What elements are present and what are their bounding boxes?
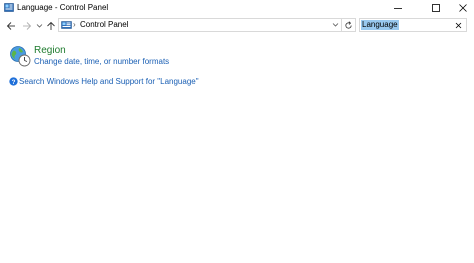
result-task-link[interactable]: Change date, time, or number formats [34,57,169,67]
title-bar[interactable]: Language - Control Panel [0,0,474,16]
close-icon [455,22,462,28]
refresh-button[interactable] [342,18,356,32]
control-panel-window: Language - Control Panel › Control Panel… [0,0,474,263]
search-input[interactable]: Language [361,20,399,30]
breadcrumb-control-panel[interactable]: Control Panel [80,20,128,30]
minimize-icon [394,8,402,9]
close-button[interactable] [448,0,474,16]
arrow-up-icon [47,21,55,30]
control-panel-icon [61,21,72,29]
result-title-link[interactable]: Region [34,45,66,57]
address-bar[interactable]: › Control Panel [58,18,342,32]
back-button[interactable] [4,17,18,34]
arrow-right-icon [23,21,32,30]
help-icon: ? [9,77,18,86]
help-search-text[interactable]: Search Windows Help and Support for "Lan… [19,76,199,87]
breadcrumb-separator: › [73,20,76,29]
refresh-icon [345,20,352,29]
navigation-bar: › Control Panel Language [0,17,474,34]
forward-button[interactable] [20,17,34,34]
globe-clock-icon[interactable] [9,45,31,67]
window-title: Language - Control Panel [17,3,109,12]
chevron-down-icon[interactable] [332,22,339,28]
maximize-button[interactable] [421,0,451,16]
search-box[interactable]: Language [359,18,467,32]
svg-text:?: ? [12,79,16,86]
clear-search-button[interactable] [454,20,463,30]
maximize-icon [432,4,440,12]
up-button[interactable] [45,17,57,34]
chevron-down-icon [36,23,42,28]
recent-locations-button[interactable] [34,17,44,34]
arrow-left-icon [6,21,15,30]
close-icon [459,4,467,12]
control-panel-icon [4,3,14,12]
minimize-button[interactable] [383,0,413,16]
search-result-region: Region Change date, time, or number form… [9,44,309,68]
